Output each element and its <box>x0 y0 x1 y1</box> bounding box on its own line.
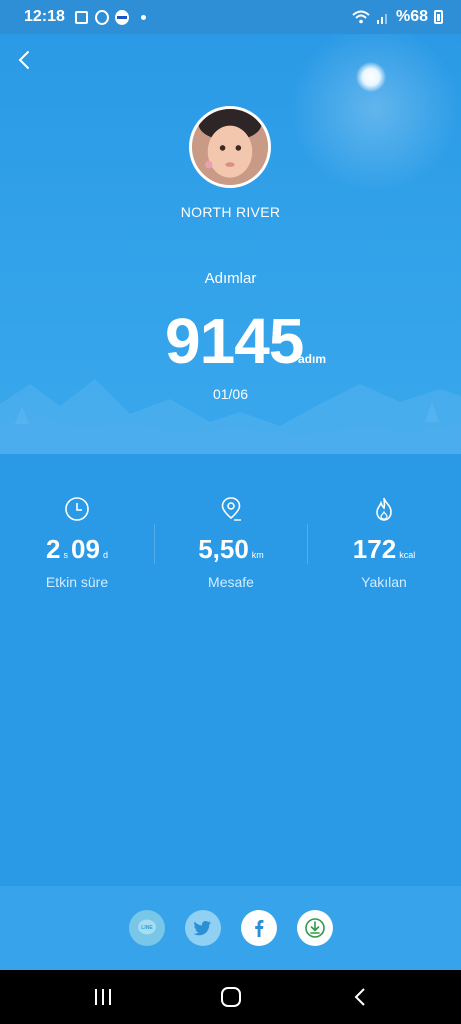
download-button[interactable] <box>297 910 333 946</box>
twitter-icon <box>193 921 211 936</box>
steps-label: Adımlar <box>204 270 257 287</box>
stat-value-row: 2 s 09 d <box>0 534 154 564</box>
chevron-left-icon <box>18 51 29 69</box>
home-button[interactable] <box>218 985 244 1009</box>
app-icon <box>114 9 129 25</box>
notes-icon <box>75 10 89 24</box>
share-line-button[interactable]: LINE <box>129 910 165 946</box>
facebook-icon <box>255 920 264 937</box>
stat-distance: 5,50 km Mesafe <box>154 496 308 590</box>
home-icon <box>221 987 241 1007</box>
nav-back-button[interactable] <box>348 985 374 1009</box>
sun-glow <box>290 34 460 194</box>
battery-icon <box>434 10 443 24</box>
stat-value-row: 172 kcal <box>307 534 461 564</box>
status-time: 12:18 <box>24 8 65 25</box>
avatar[interactable] <box>189 106 271 188</box>
stat-label: Mesafe <box>208 574 254 590</box>
status-right: %68 <box>352 8 443 26</box>
recent-apps-button[interactable] <box>90 985 116 1009</box>
recent-apps-icon <box>95 989 111 1005</box>
location-icon <box>221 497 241 521</box>
avatar-image <box>192 109 268 185</box>
back-button[interactable] <box>14 48 38 72</box>
status-left: 12:18 <box>24 8 146 26</box>
user-name: NORTH RIVER <box>180 204 281 220</box>
stat-label: Yakılan <box>361 574 407 590</box>
steps-date: 01/06 <box>212 386 249 402</box>
share-twitter-button[interactable] <box>185 910 221 946</box>
steps-unit: adım <box>298 352 327 366</box>
navigation-bar <box>0 970 461 1024</box>
signal-icon <box>376 14 387 24</box>
line-icon-text: LINE <box>141 925 153 931</box>
hero-section: NORTH RIVER Adımlar 9145 adım 01/06 <box>0 34 461 454</box>
stat-label: Etkin süre <box>45 574 109 590</box>
battery-percent: %68 <box>395 8 428 25</box>
flame-icon <box>376 497 392 521</box>
back-icon <box>354 988 365 1006</box>
sun-icon <box>356 62 386 92</box>
status-bar: 12:18 %68 <box>0 0 461 34</box>
steps-value: 9145 <box>165 305 304 377</box>
line-icon: LINE <box>138 919 156 935</box>
dot-icon <box>140 14 146 20</box>
wifi-icon <box>352 10 370 24</box>
clock-icon <box>65 497 89 521</box>
stat-unit: d <box>102 550 108 560</box>
stat-value-row: 5,50 km <box>154 534 308 564</box>
stat-sub-unit: s <box>63 550 69 560</box>
download-icon <box>305 918 325 938</box>
stats-row: 2 s 09 d Etkin süre 5,50 km Mesafe 172 k… <box>0 496 461 596</box>
stat-calories: 172 kcal Yakılan <box>307 496 461 590</box>
stat-unit: kcal <box>399 550 416 560</box>
share-bar: LINE <box>0 886 461 970</box>
stat-value: 5,50 <box>198 534 249 564</box>
stat-value: 2 <box>46 534 61 564</box>
whatsapp-icon <box>94 9 109 25</box>
stat-value: 172 <box>352 534 397 564</box>
share-facebook-button[interactable] <box>241 910 277 946</box>
stat-value-rest: 09 <box>71 534 100 564</box>
stat-unit: km <box>251 550 264 560</box>
stat-active-time: 2 s 09 d Etkin süre <box>0 496 154 590</box>
